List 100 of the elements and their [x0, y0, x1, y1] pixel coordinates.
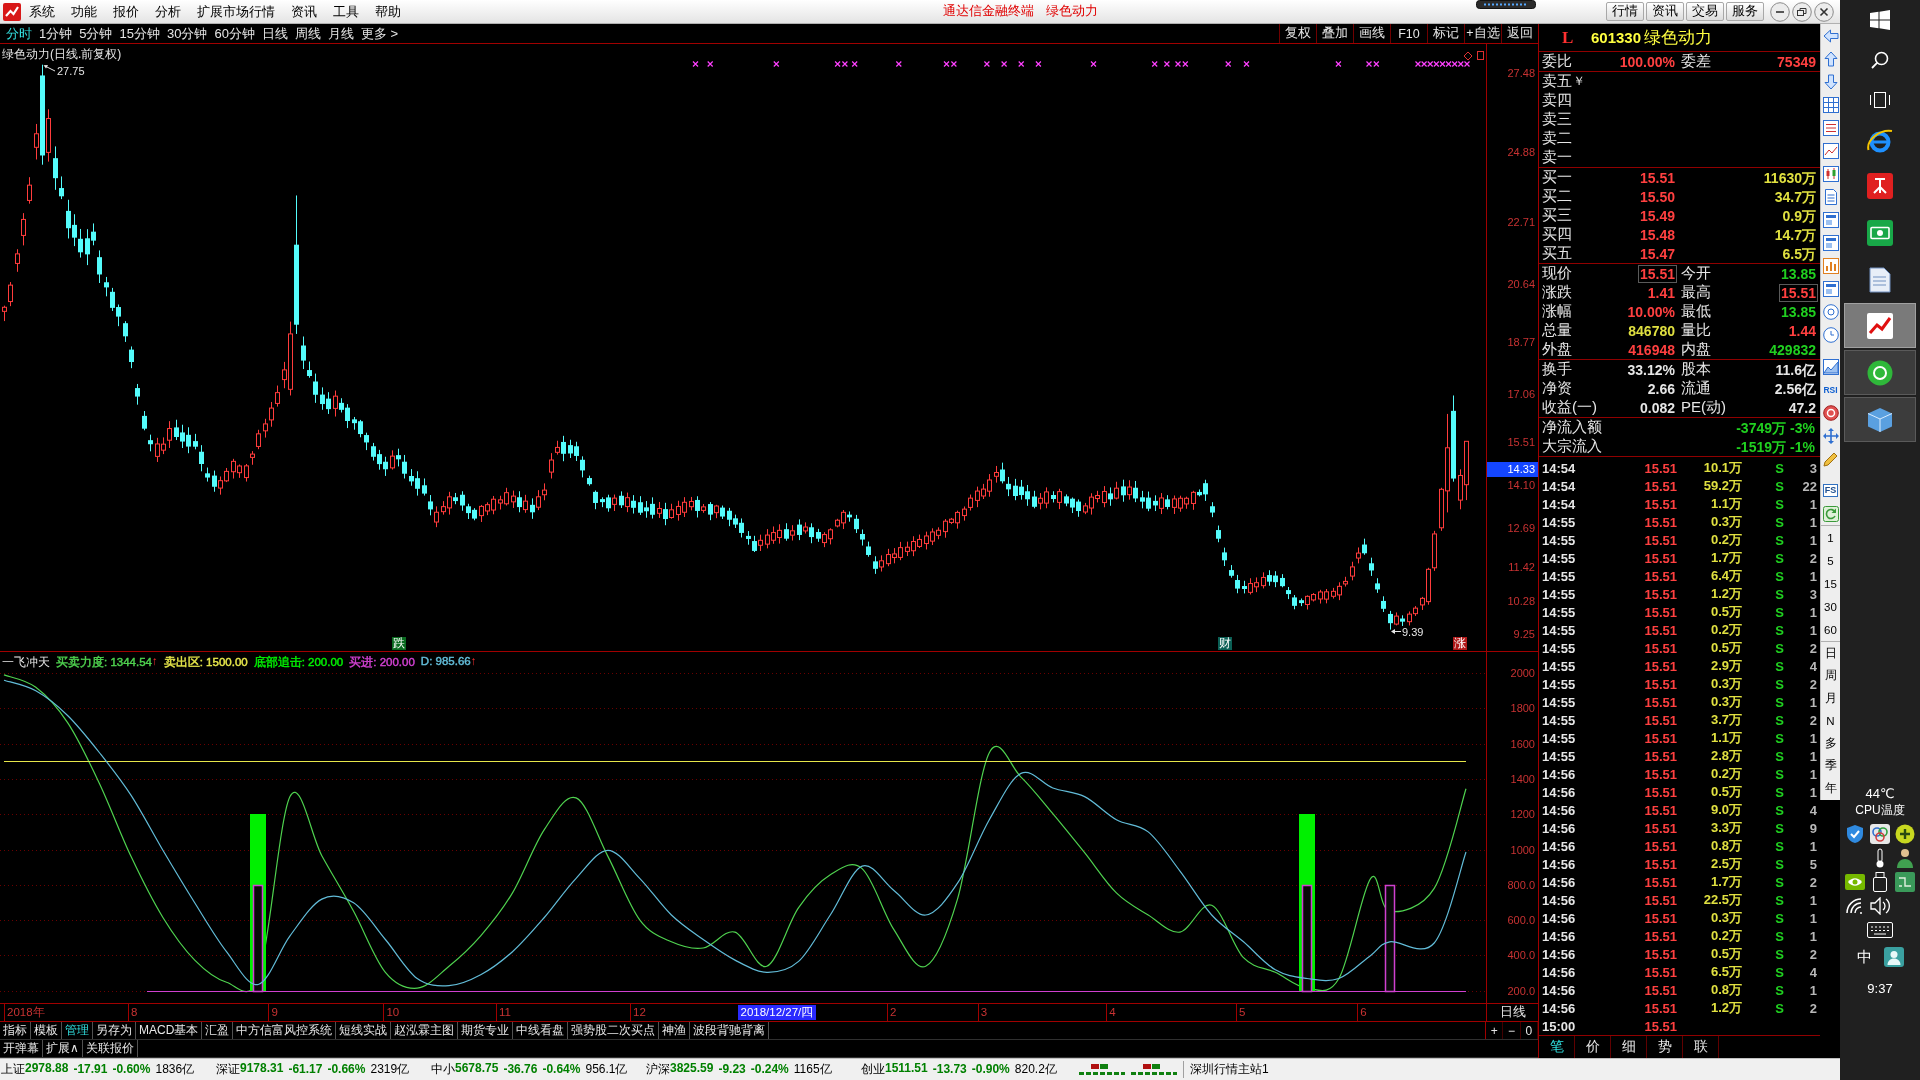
clock-icon[interactable]	[1822, 326, 1839, 343]
cycle-button[interactable]: 年	[1824, 780, 1837, 796]
reset-button[interactable]: 0	[1520, 1022, 1538, 1039]
target-icon[interactable]	[1822, 303, 1839, 320]
period-button[interactable]: 5	[1827, 554, 1834, 567]
windows-logo-icon[interactable]	[1870, 10, 1890, 30]
area-chart-icon[interactable]	[1822, 358, 1839, 375]
restore-icon[interactable]	[1792, 1, 1812, 22]
formula-tab[interactable]: 短线实战	[336, 1022, 392, 1039]
up-arrow-icon[interactable]	[1822, 50, 1839, 67]
coin-icon[interactable]	[1822, 404, 1839, 421]
formula-tab[interactable]: 波段背驰背离	[690, 1022, 770, 1039]
extra-button[interactable]: 扩展∧	[43, 1040, 83, 1057]
menu-item[interactable]: 分析	[155, 2, 181, 21]
document-icon[interactable]	[1869, 266, 1891, 293]
bar-chart-icon[interactable]	[1822, 257, 1839, 274]
wifi-icon[interactable]	[1846, 898, 1864, 914]
thermometer-icon[interactable]	[1874, 848, 1886, 868]
left-arrow-icon[interactable]	[1822, 27, 1839, 44]
tool-button[interactable]: FS	[1822, 484, 1839, 497]
nav-button[interactable]: 行情	[1606, 2, 1644, 21]
formula-tab[interactable]: MACD基本	[136, 1022, 203, 1039]
chart-tool-button[interactable]: 标记	[1427, 24, 1464, 43]
shield-icon[interactable]	[1846, 824, 1864, 844]
minimize-icon[interactable]	[1770, 1, 1790, 22]
menu-item[interactable]: 帮助	[375, 2, 401, 21]
cycle-button[interactable]: 多	[1824, 735, 1837, 751]
person-icon[interactable]	[1895, 848, 1915, 868]
formula-tab[interactable]: 指标	[0, 1022, 31, 1039]
formula-tab[interactable]: 中方信富风控系统	[233, 1022, 337, 1039]
taskbar-button[interactable]	[1844, 397, 1916, 442]
down-arrow-icon[interactable]	[1822, 73, 1839, 90]
cycle-button[interactable]: 周	[1824, 668, 1837, 684]
task-view-icon[interactable]	[1870, 92, 1890, 108]
cycle-button[interactable]: N	[1826, 714, 1835, 727]
menu-item[interactable]: 报价	[113, 2, 139, 21]
cycle-button[interactable]: 日	[1824, 645, 1837, 661]
nav-button[interactable]: 交易	[1686, 2, 1724, 21]
formula-tab[interactable]: 另存为	[93, 1022, 136, 1039]
keyboard-icon[interactable]	[1867, 922, 1893, 938]
period-button[interactable]: 1	[1827, 531, 1834, 544]
taskbar-button[interactable]	[1844, 303, 1916, 348]
circles-icon[interactable]	[1870, 824, 1890, 844]
candle-icon[interactable]	[1822, 165, 1839, 182]
menu-item[interactable]: 扩展市场行情	[197, 2, 275, 21]
ime-indicator[interactable]: 中	[1856, 947, 1872, 967]
chart-tool-button[interactable]: 复权	[1279, 24, 1316, 43]
formula-tab[interactable]: 强势股二次买点	[568, 1022, 660, 1039]
chart-tool-button[interactable]: +自选	[1464, 24, 1501, 43]
period-tab[interactable]: 周线	[294, 24, 321, 43]
extra-button[interactable]: 开弹幕	[0, 1040, 43, 1057]
usb-drive-icon[interactable]	[1873, 872, 1887, 892]
formula-tab[interactable]: 管理	[62, 1022, 93, 1039]
grid-icon[interactable]	[1822, 96, 1839, 113]
taskbar-button[interactable]	[1844, 350, 1916, 395]
cycle-button[interactable]: 季	[1824, 758, 1837, 774]
menu-item[interactable]: 系统	[29, 2, 55, 21]
period-tab[interactable]: 15分钟	[119, 24, 160, 43]
menu-item[interactable]: 功能	[71, 2, 97, 21]
line-chart-icon[interactable]	[1822, 142, 1839, 159]
banknote-icon[interactable]	[1867, 219, 1893, 246]
formula-tab[interactable]: 中线看盘	[513, 1022, 569, 1039]
form-icon[interactable]	[1822, 211, 1839, 228]
nav-button[interactable]: 服务	[1726, 2, 1764, 21]
period-tab[interactable]: 日线	[261, 24, 288, 43]
menu-item[interactable]: 资讯	[291, 2, 317, 21]
close-icon[interactable]	[1814, 1, 1834, 22]
speaker-icon[interactable]	[1870, 897, 1890, 915]
period-tab[interactable]: 30分钟	[166, 24, 208, 43]
period-tab[interactable]: 60分钟	[214, 24, 255, 43]
menu-item[interactable]: 工具	[333, 2, 359, 21]
nav-button[interactable]: 资讯	[1646, 2, 1684, 21]
formula-tab[interactable]: 期货专业	[458, 1022, 514, 1039]
formula-tab[interactable]: 汇盈	[202, 1022, 234, 1039]
user-icon[interactable]	[1883, 947, 1904, 967]
formula-tab[interactable]: 神渔	[659, 1022, 691, 1039]
formula-tab[interactable]: 模板	[31, 1022, 62, 1039]
period-tab[interactable]: 更多 >	[360, 24, 399, 43]
period-tab[interactable]: 月线	[327, 24, 354, 43]
app-tile-icon[interactable]	[1867, 172, 1893, 199]
form-icon[interactable]	[1822, 234, 1839, 251]
period-button[interactable]: 15	[1824, 577, 1837, 590]
list-icon[interactable]	[1822, 119, 1839, 136]
clock-time[interactable]: 9:37	[1867, 978, 1893, 1000]
cycle-button[interactable]: 月	[1824, 690, 1837, 706]
zoom-in-button[interactable]: +	[1486, 1022, 1504, 1039]
chart-tool-button[interactable]: 叠加	[1316, 24, 1353, 43]
plus-icon[interactable]	[1895, 824, 1915, 844]
formula-tab[interactable]: 赵泓霖主图	[391, 1022, 459, 1039]
extra-button[interactable]: 关联报价	[82, 1040, 138, 1057]
period-button[interactable]: 60	[1824, 623, 1837, 636]
move-icon[interactable]	[1822, 427, 1839, 444]
indicator-button[interactable]: RSI	[1823, 384, 1838, 395]
refresh-icon[interactable]	[1822, 505, 1839, 522]
period-button[interactable]: 30	[1824, 600, 1837, 613]
chip-icon[interactable]	[1845, 874, 1865, 890]
zoom-out-button[interactable]: −	[1503, 1022, 1521, 1039]
period-tab[interactable]: 分时	[6, 24, 32, 43]
search-icon[interactable]	[1871, 51, 1889, 69]
chart-tool-button[interactable]: 画线	[1353, 24, 1390, 43]
